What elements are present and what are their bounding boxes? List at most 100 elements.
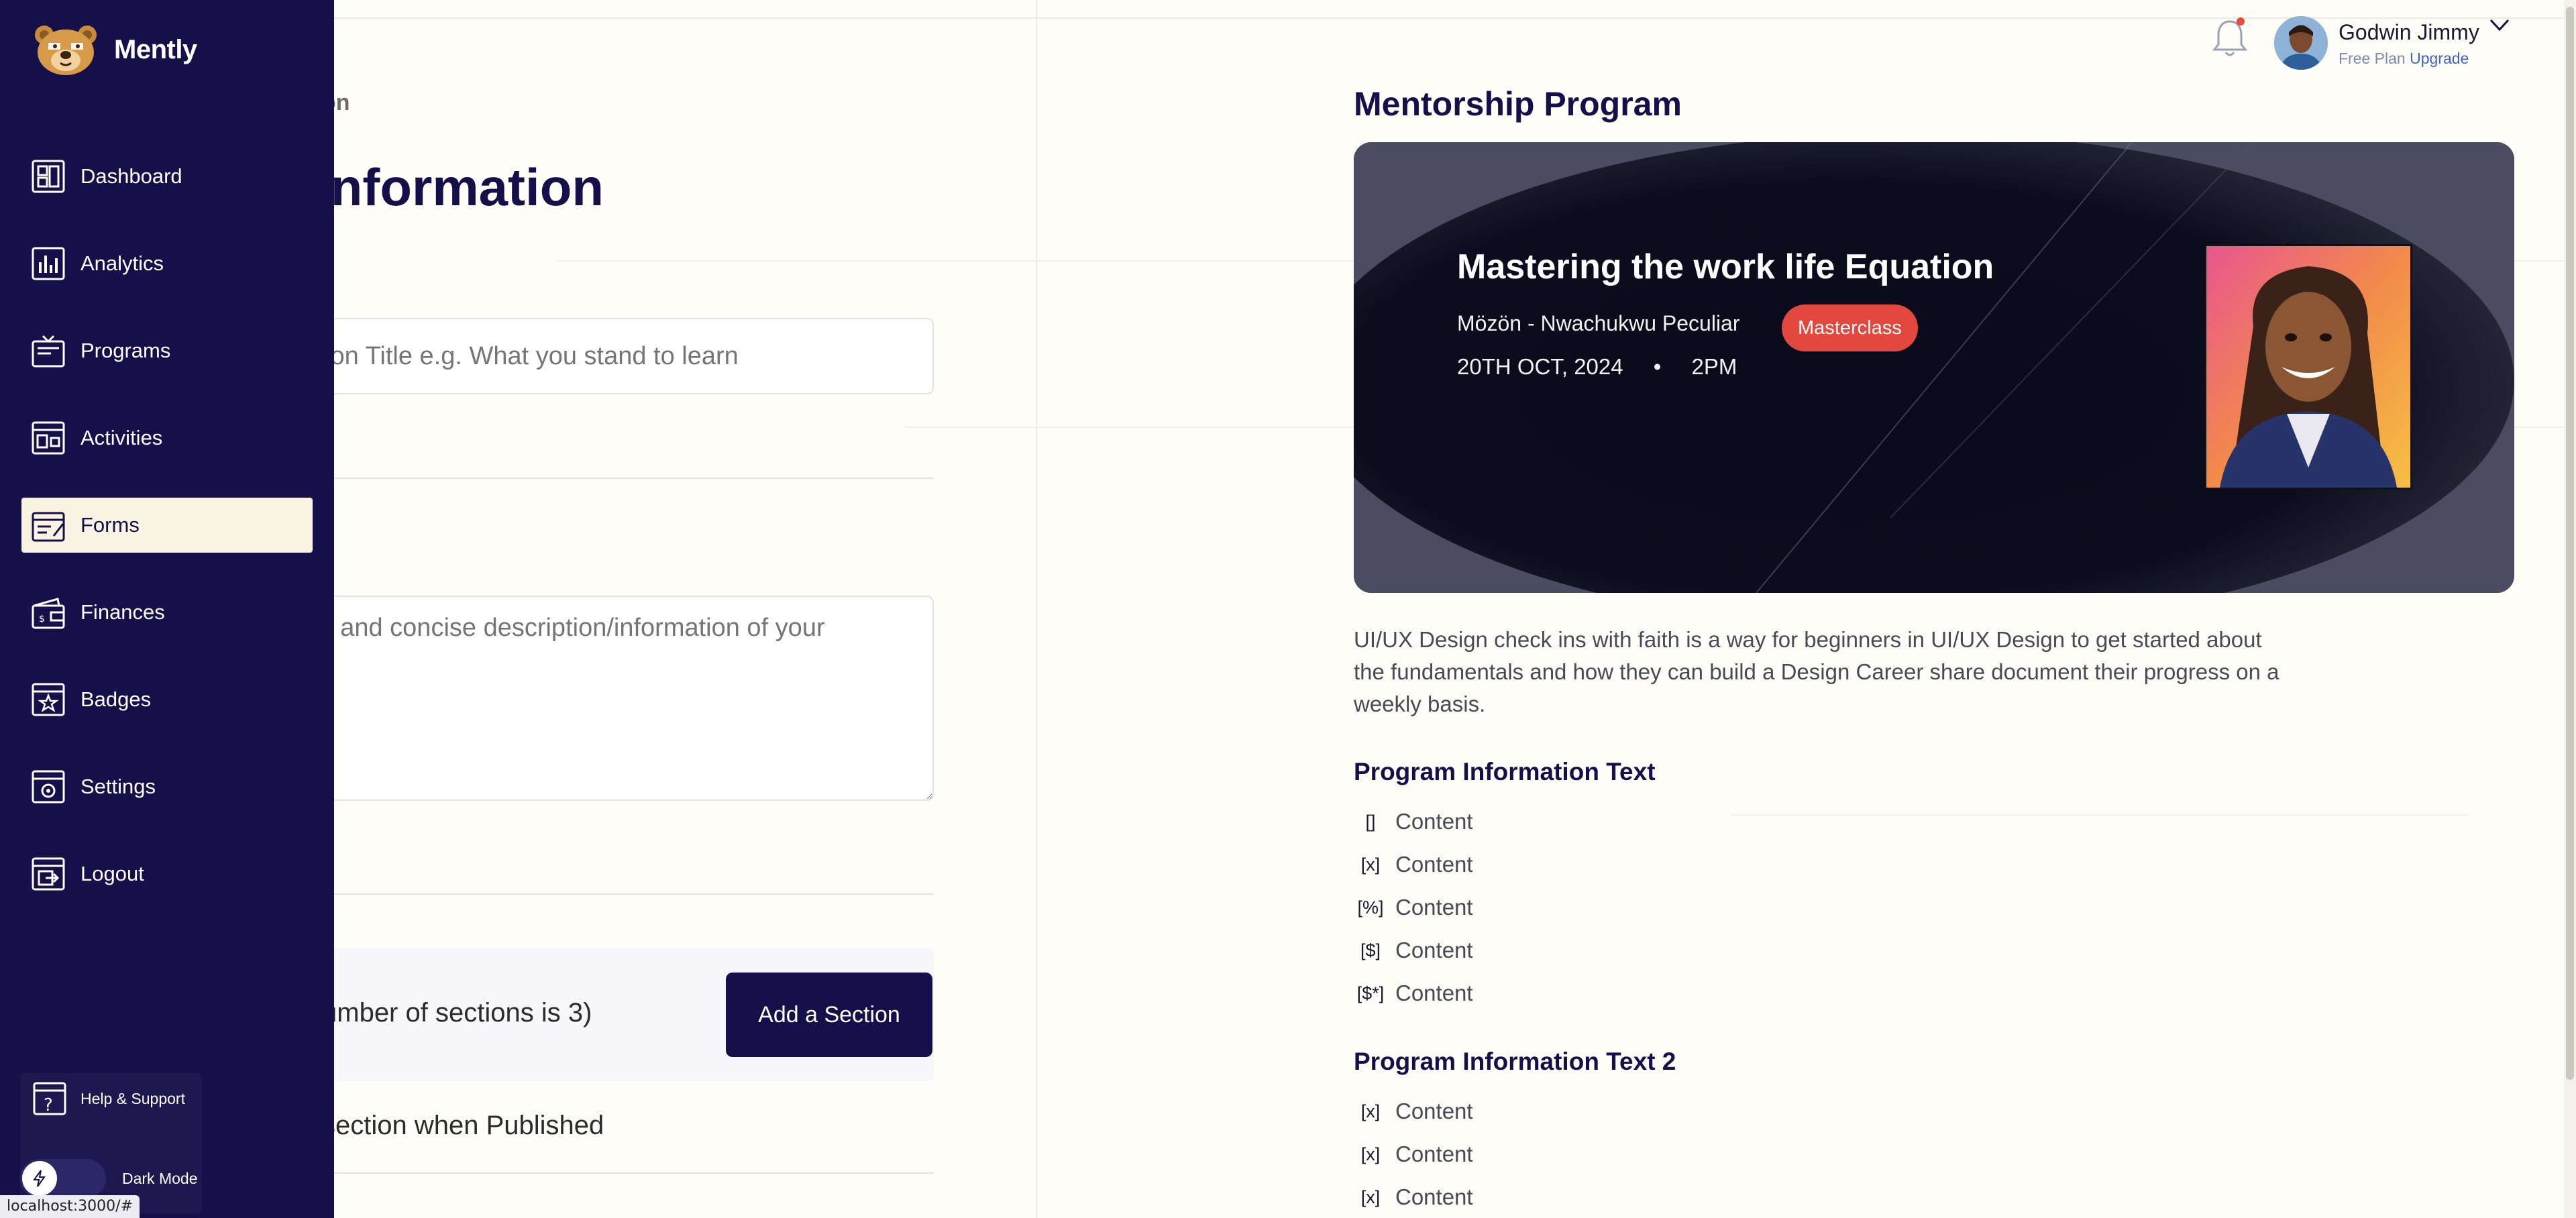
help-icon: ?	[33, 1082, 66, 1115]
programs-icon	[32, 335, 65, 368]
program-description: UI/UX Design check ins with faith is a w…	[1354, 627, 2279, 716]
help-support-link[interactable]: ? Help & Support	[32, 1081, 185, 1116]
user-plan: Free Plan Upgrade	[2339, 50, 2469, 68]
badge-icon	[32, 683, 65, 716]
sidebar-item-label: Forms	[80, 513, 140, 537]
help-panel: ? Help & Support Dark Mode	[20, 1073, 201, 1214]
settings-icon	[32, 770, 65, 804]
program-title-input[interactable]	[255, 318, 934, 394]
forms-icon	[32, 512, 65, 542]
banner-date: 20TH OCT, 2024	[1457, 354, 1623, 379]
svg-text:$: $	[39, 614, 45, 624]
banner-host: Mözön - Nwachukwu Peculiar	[1457, 311, 1740, 335]
list-item-text: Content	[1395, 1099, 1473, 1123]
list-item: [$] Content	[1354, 938, 1473, 963]
sidebar-item-logout[interactable]: Logout	[21, 846, 313, 901]
dark-mode-row: Dark Mode	[20, 1159, 197, 1198]
background-guide-line	[1731, 814, 2469, 816]
banner-date-time: 20TH OCT, 2024 • 2PM	[1457, 354, 1737, 380]
add-section-button[interactable]: Add a Section	[726, 973, 932, 1057]
divider	[255, 1172, 934, 1174]
user-avatar[interactable]	[2274, 16, 2328, 70]
banner-title: Mastering the work life Equation	[1457, 247, 1994, 286]
sidebar-item-programs[interactable]: Programs	[21, 323, 313, 378]
scrollbar-thumb[interactable]	[2566, 7, 2574, 1080]
sidebar-item-label: Badges	[80, 687, 152, 711]
list-item-symbol: [$]	[1360, 940, 1381, 960]
banner-separator: •	[1653, 354, 1662, 379]
sidebar-item-label: Settings	[80, 775, 156, 798]
list-item-symbol: []	[1365, 811, 1376, 832]
dark-mode-toggle[interactable]	[20, 1159, 106, 1198]
publish-note: section when Published	[322, 1111, 604, 1140]
dashboard-icon	[32, 160, 65, 193]
sidebar-item-forms[interactable]: Forms	[21, 498, 313, 553]
sidebar-item-activities[interactable]: Activities	[21, 410, 313, 465]
list-item: [$*] Content	[1354, 981, 1473, 1006]
upgrade-link[interactable]: Upgrade	[2410, 50, 2469, 67]
lightning-icon	[33, 1170, 46, 1187]
wallet-icon: $	[32, 598, 65, 629]
sidebar-item-label: Programs	[80, 339, 171, 362]
chevron-down-icon[interactable]	[2489, 17, 2510, 34]
list-item: [x] Content	[1354, 1142, 1473, 1167]
sidebar: Mently Dashboard Analytics Programs Acti…	[0, 0, 334, 1218]
list-item-text: Content	[1395, 938, 1473, 962]
dark-mode-label: Dark Mode	[122, 1169, 198, 1187]
activities-icon	[32, 421, 65, 455]
sidebar-item-badges[interactable]: Badges	[21, 672, 313, 727]
list-item-text: Content	[1395, 981, 1473, 1005]
toggle-knob	[22, 1161, 57, 1196]
logout-icon	[32, 857, 65, 891]
program-banner: Mastering the work life Equation Mözön -…	[1354, 142, 2514, 593]
sidebar-item-label: Finances	[80, 600, 165, 624]
notification-dot	[2237, 17, 2245, 25]
divider	[255, 893, 934, 895]
host-photo	[2204, 244, 2412, 490]
column-divider	[1036, 0, 1037, 1218]
list-item: [x] Content	[1354, 1099, 1473, 1124]
list-item-symbol: [x]	[1360, 854, 1381, 875]
scrollbar[interactable]	[2564, 0, 2576, 1218]
masterclass-badge: Masterclass	[1782, 304, 1918, 351]
plan-label: Free Plan	[2339, 50, 2406, 67]
list-item-text: Content	[1395, 1142, 1473, 1166]
program-description-textarea[interactable]	[255, 596, 934, 801]
list-item-symbol: [x]	[1360, 1144, 1381, 1164]
list-item-text: Content	[1395, 1184, 1473, 1209]
analytics-icon	[32, 247, 65, 280]
help-label: Help & Support	[80, 1089, 185, 1107]
banner-time: 2PM	[1691, 354, 1737, 379]
list-item-text: Content	[1395, 809, 1473, 834]
sidebar-item-settings[interactable]: Settings	[21, 759, 313, 814]
sidebar-item-label: Dashboard	[80, 164, 182, 188]
bear-logo-icon	[35, 25, 97, 75]
program-heading: Mentorship Program	[1354, 85, 1682, 123]
sidebar-item-label: Logout	[80, 862, 144, 885]
section1-title: Program Information Text	[1354, 758, 1656, 785]
divider	[255, 478, 934, 479]
list-item: [x] Content	[1354, 852, 1473, 877]
list-item-text: Content	[1395, 895, 1473, 920]
sidebar-item-label: Activities	[80, 426, 163, 449]
sidebar-item-dashboard[interactable]: Dashboard	[21, 149, 313, 204]
list-item: [x] Content	[1354, 1184, 1473, 1210]
list-item: [] Content	[1354, 809, 1473, 834]
section2-title: Program Information Text 2	[1354, 1048, 1676, 1075]
sidebar-item-analytics[interactable]: Analytics	[21, 236, 313, 291]
app-name: Mently	[114, 34, 197, 64]
list-item-symbol: [$*]	[1356, 983, 1385, 1003]
status-bar-url: localhost:3000/#	[0, 1195, 140, 1218]
user-name[interactable]: Godwin Jimmy	[2339, 20, 2479, 45]
sidebar-item-label: Analytics	[80, 252, 164, 275]
sections-panel: umber of sections is 3) Add a Section	[255, 948, 934, 1081]
list-item-symbol: [%]	[1357, 897, 1384, 918]
list-item: [%] Content	[1354, 895, 1473, 920]
sections-note: umber of sections is 3)	[322, 998, 592, 1028]
sidebar-item-finances[interactable]: $ Finances	[21, 585, 313, 640]
list-item-symbol: [x]	[1360, 1186, 1381, 1207]
app-logo[interactable]: Mently	[31, 23, 197, 76]
list-item-symbol: [x]	[1360, 1101, 1381, 1121]
svg-text:?: ?	[44, 1095, 53, 1115]
list-item-text: Content	[1395, 852, 1473, 877]
